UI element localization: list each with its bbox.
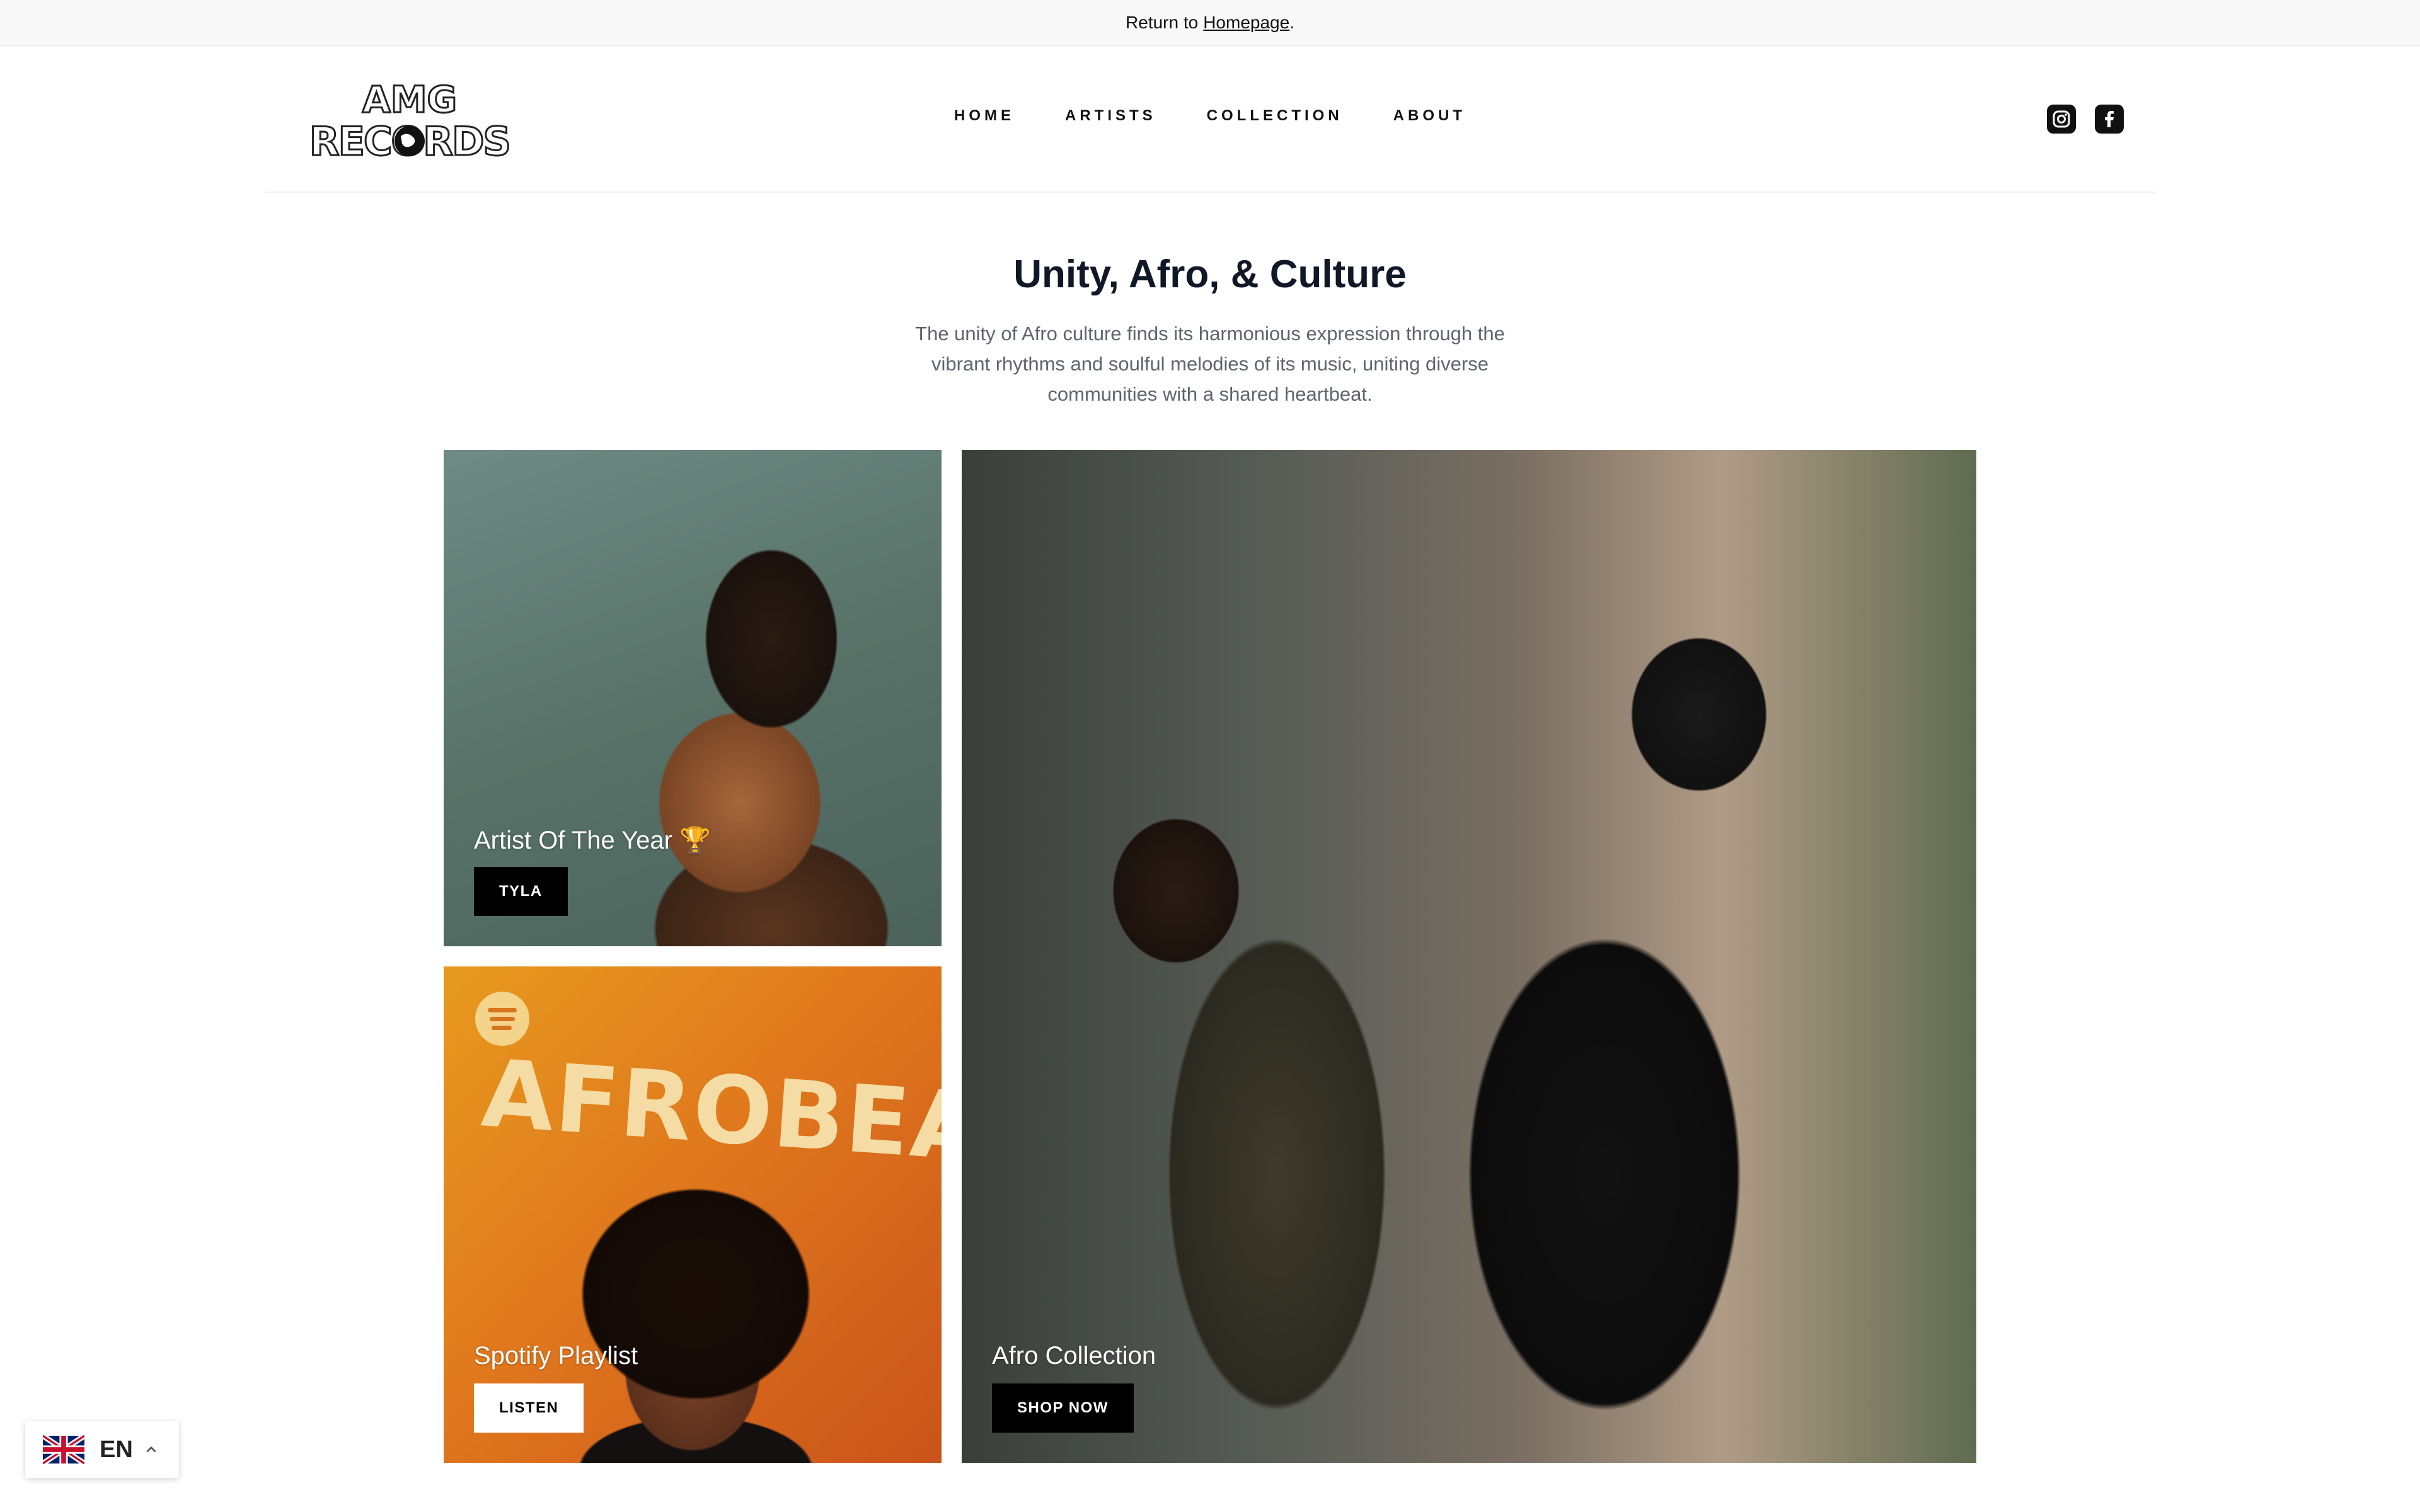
main-nav: HOME ARTISTS COLLECTION ABOUT — [265, 107, 2155, 125]
tile-label-afro: Afro Collection — [992, 1342, 1156, 1370]
nav-artists[interactable]: ARTISTS — [1040, 107, 1182, 125]
spotify-icon — [475, 992, 529, 1046]
nav-collection[interactable]: COLLECTION — [1182, 107, 1368, 125]
spotify-playlist-tile[interactable]: AFROBEATS Spotify Playlist LISTEN — [444, 966, 942, 1463]
page-title: Unity, Afro, & Culture — [1013, 253, 1407, 296]
chevron-up-icon — [146, 1446, 156, 1453]
afro-collection-tile[interactable]: Afro Collection SHOP NOW — [962, 450, 1976, 1463]
tile-label-spotify: Spotify Playlist — [474, 1342, 638, 1370]
announcement-suffix: . — [1289, 13, 1294, 32]
listen-button[interactable]: LISTEN — [474, 1383, 584, 1433]
language-switcher[interactable]: EN — [25, 1421, 179, 1478]
instagram-icon[interactable] — [2047, 105, 2076, 134]
nav-about[interactable]: ABOUT — [1368, 107, 1491, 125]
afrobeats-overlay-text: AFROBEATS — [478, 1039, 942, 1191]
social-links — [2047, 105, 2124, 134]
uk-flag-icon — [43, 1433, 84, 1466]
tile-label-artist: Artist Of The Year 🏆 — [474, 827, 711, 854]
announcement-prefix: Return to — [1126, 13, 1199, 32]
artist-of-year-tile[interactable]: Artist Of The Year 🏆 TYLA — [444, 450, 942, 946]
announcement-bar: Return to Homepage . — [0, 0, 2420, 47]
shop-now-button[interactable]: SHOP NOW — [992, 1383, 1134, 1433]
tyla-button[interactable]: TYLA — [474, 867, 568, 916]
facebook-icon[interactable] — [2095, 105, 2124, 134]
homepage-link[interactable]: Homepage — [1203, 13, 1289, 33]
site-header: AMG RECORDS HOME ARTISTS COLLECTION ABOU… — [265, 48, 2155, 193]
nav-home[interactable]: HOME — [929, 107, 1040, 125]
language-code: EN — [100, 1436, 133, 1463]
hero-description: The unity of Afro culture finds its harm… — [915, 323, 1505, 405]
